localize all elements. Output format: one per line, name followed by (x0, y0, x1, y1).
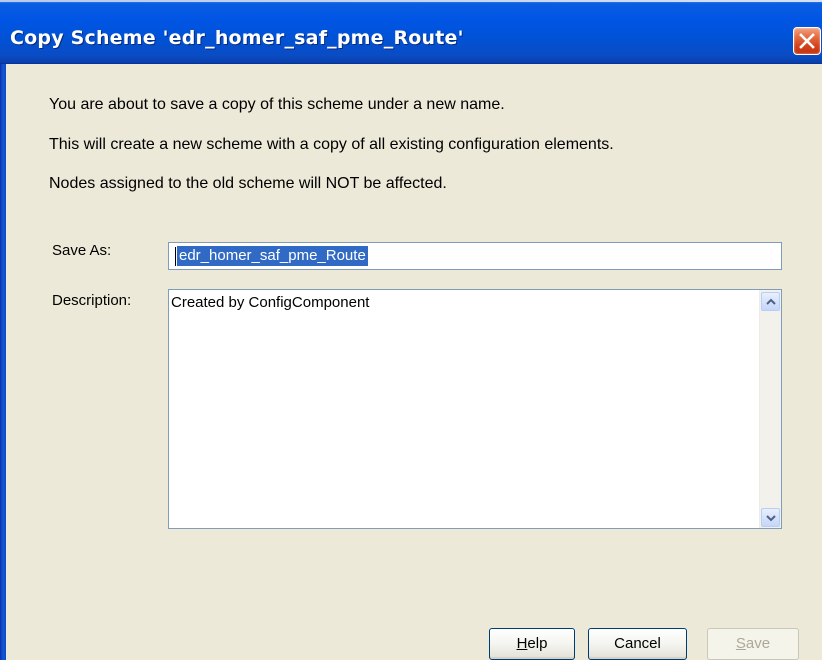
cancel-label: Cancel (614, 635, 661, 652)
scroll-up-arrow-icon (766, 298, 776, 305)
save-button[interactable]: Save (707, 628, 799, 660)
save-as-value: edr_homer_saf_pme_Route (177, 246, 368, 266)
title-bar[interactable]: Copy Scheme 'edr_homer_saf_pme_Route' (0, 0, 822, 64)
help-label: elp (527, 635, 548, 652)
message-line-1: You are about to save a copy of this sch… (49, 96, 505, 113)
save-as-input[interactable]: edr_homer_saf_pme_Route (168, 242, 782, 270)
window-frame (0, 64, 6, 660)
dialog-title: Copy Scheme 'edr_homer_saf_pme_Route' (10, 27, 464, 49)
description-scrollbar[interactable] (759, 290, 781, 528)
save-mnemonic: S (735, 635, 746, 652)
text-caret (175, 247, 176, 266)
message-line-2: This will create a new scheme with a cop… (49, 136, 614, 153)
message-line-3: Nodes assigned to the old scheme will NO… (49, 175, 447, 192)
help-button[interactable]: Help (489, 628, 575, 660)
scroll-up-button[interactable] (761, 292, 780, 311)
cancel-button[interactable]: Cancel (588, 628, 687, 660)
description-value: Created by ConfigComponent (171, 294, 370, 311)
scroll-down-arrow-icon (766, 515, 776, 522)
save-label: ave (745, 635, 771, 652)
scroll-down-button[interactable] (761, 508, 780, 527)
help-mnemonic: H (516, 635, 528, 652)
close-icon (799, 33, 815, 49)
save-as-label: Save As: (52, 242, 112, 259)
description-textarea[interactable]: Created by ConfigComponent (168, 289, 782, 529)
description-label: Description: (52, 292, 132, 309)
close-button[interactable] (793, 27, 821, 55)
